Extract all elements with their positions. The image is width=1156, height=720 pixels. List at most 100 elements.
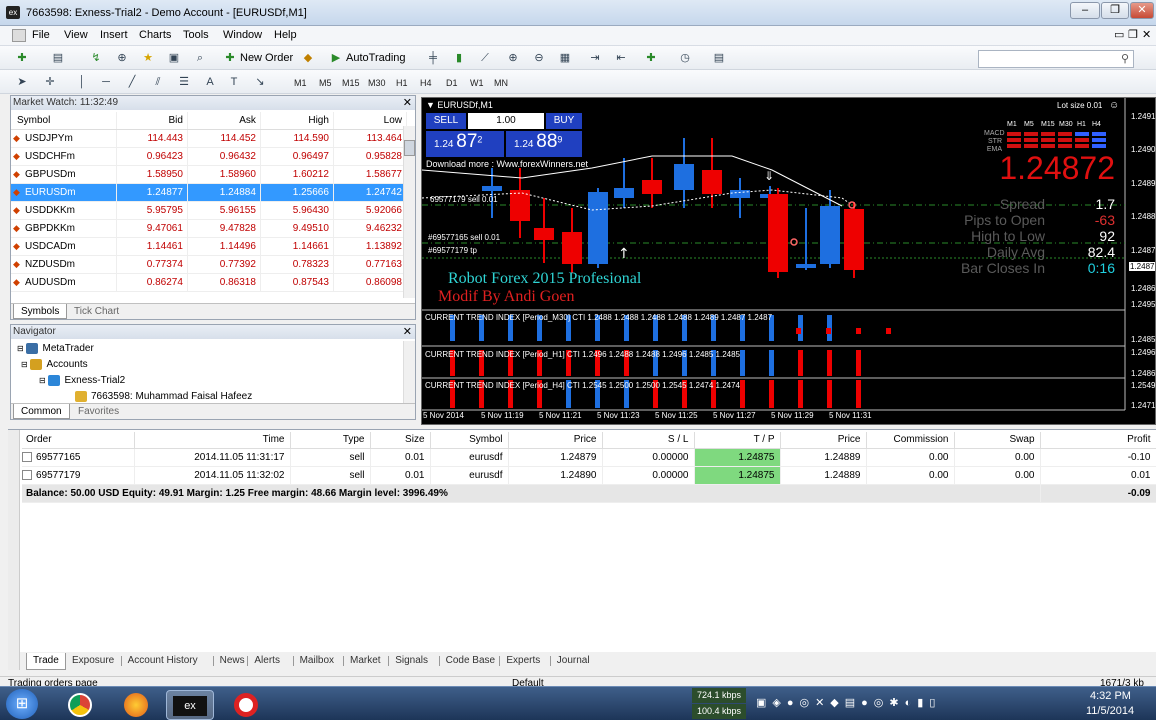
sell-button[interactable]: SELL (426, 113, 466, 129)
indicators-icon[interactable]: ✚ (643, 50, 659, 66)
clock-date[interactable]: 11/5/2014 (1086, 705, 1134, 717)
new-order-button[interactable]: New Order (240, 49, 293, 67)
timeframe-h1[interactable]: H1 (396, 78, 408, 88)
line-chart-icon[interactable]: ⟋ (477, 50, 493, 66)
nav-item-account[interactable]: 7663598: Muhammad Faisal Hafeez (75, 391, 252, 402)
vertical-line-icon[interactable]: │ (74, 74, 90, 90)
market-watch-close-icon[interactable]: ✕ (403, 96, 412, 110)
timeframe-w1[interactable]: W1 (470, 78, 484, 88)
mw-row[interactable]: ◆ USDDKKm 5.95795 5.96155 5.96430 5.92066 (11, 201, 408, 220)
menu-insert[interactable]: Insert (100, 29, 128, 41)
mw-row[interactable]: ◆ NZDUSDm 0.77374 0.77392 0.78323 0.77163 (11, 255, 408, 274)
navigator-close-icon[interactable]: ✕ (403, 325, 412, 339)
mw-row[interactable]: ◆ USDJPYm 114.443 114.452 114.590 113.464 (11, 129, 408, 148)
strategy-tester-icon[interactable]: ⌕ (192, 50, 208, 66)
trade-col-5[interactable]: Price (508, 432, 603, 449)
clock-time[interactable]: 4:32 PM (1090, 690, 1131, 702)
menu-help[interactable]: Help (274, 29, 297, 41)
trade-col-3[interactable]: Size (370, 432, 431, 449)
tray-icons[interactable]: ▣◈●◎✕◆▤●◎✱◐▮▯ (756, 696, 941, 709)
tile-windows-icon[interactable]: ▦ (557, 50, 573, 66)
trade-col-2[interactable]: Type (290, 432, 371, 449)
metaeditor-icon[interactable]: ◆ (300, 50, 316, 66)
menu-file[interactable]: File (32, 29, 50, 41)
tab-favorites[interactable]: Favorites (71, 404, 126, 419)
channel-icon[interactable]: ⫽ (150, 74, 166, 90)
navigator-scrollbar[interactable] (403, 341, 415, 403)
lot-input[interactable]: 1.00 (468, 113, 544, 129)
crosshair-icon[interactable]: ✛ (42, 74, 58, 90)
download-link[interactable]: Download more : Www.forexWinners.net (426, 159, 588, 169)
timeframe-h4[interactable]: H4 (420, 78, 432, 88)
mw-row[interactable]: ◆ USDCHFm 0.96423 0.96432 0.96497 0.95828 (11, 147, 408, 166)
cursor-icon[interactable]: ➤ (14, 74, 30, 90)
terminal-tab-account-history[interactable]: Account History (122, 653, 204, 669)
menu-tools[interactable]: Tools (183, 29, 209, 41)
trade-col-1[interactable]: Time (134, 432, 291, 449)
trade-col-7[interactable]: T / P (694, 432, 781, 449)
market-watch-scrollbar[interactable] (403, 126, 415, 298)
arrows-icon[interactable]: ↘ (252, 74, 268, 90)
mw-row[interactable]: ◆ USDCADm 1.14461 1.14496 1.14661 1.13892 (11, 237, 408, 256)
trade-col-8[interactable]: Price (780, 432, 867, 449)
market-watch-icon[interactable]: ↯ (88, 50, 104, 66)
trade-row[interactable]: 69577179 2014.11.05 11:32:02 sell 0.01 eurus… (22, 466, 1156, 485)
mw-row[interactable]: ◆ AUDUSDm 0.86274 0.86318 0.87543 0.86098 (11, 273, 408, 292)
trade-row[interactable]: 69577165 2014.11.05 11:31:17 sell 0.01 eurus… (22, 448, 1156, 467)
terminal-icon[interactable]: ▣ (166, 50, 182, 66)
trendline-icon[interactable]: ╱ (124, 74, 140, 90)
timeframe-m1[interactable]: M1 (294, 78, 307, 88)
data-window-icon[interactable]: ⊕ (114, 50, 130, 66)
timeframe-m15[interactable]: M15 (342, 78, 360, 88)
nav-item-accounts[interactable]: ⊟ Accounts (21, 359, 88, 370)
bid-price-box[interactable]: 1.24 872 (426, 131, 504, 157)
terminal-tab-news[interactable]: News (214, 653, 251, 669)
close-button[interactable]: ✕ (1130, 2, 1154, 19)
terminal-tab-code-base[interactable]: Code Base (440, 653, 501, 669)
mw-row[interactable]: ◆ GBPDKKm 9.47061 9.47828 9.49510 9.46232 (11, 219, 408, 238)
autotrading-button[interactable]: AutoTrading (346, 49, 406, 67)
mw-row[interactable]: ◆ GBPUSDm 1.58950 1.58960 1.60212 1.58677 (11, 165, 408, 184)
menu-charts[interactable]: Charts (139, 29, 171, 41)
nav-item-server[interactable]: ⊟ Exness-Trial2 (39, 375, 125, 386)
timeframe-m30[interactable]: M30 (368, 78, 386, 88)
mw-col-symbol[interactable]: Symbol (11, 112, 117, 130)
horizontal-line-icon[interactable]: ─ (98, 74, 114, 90)
new-chart-icon[interactable]: ✚ (14, 50, 30, 66)
mw-col-high[interactable]: High (260, 112, 334, 130)
bar-chart-icon[interactable]: ╪ (425, 50, 441, 66)
buy-button[interactable]: BUY (546, 113, 582, 129)
tab-symbols[interactable]: Symbols (13, 304, 68, 319)
terminal-tab-experts[interactable]: Experts (500, 653, 546, 669)
price-chart[interactable]: ↑ ⇓ ▼ EURUSDf,M1 SELL 1.00 BUY 1.24 872 1… (421, 97, 1156, 425)
mdi-minimize-button[interactable]: ▭ (1114, 28, 1124, 41)
trade-col-4[interactable]: Symbol (430, 432, 509, 449)
nav-item-metatrader[interactable]: ⊟ MetaTrader (17, 343, 94, 354)
timeframe-d1[interactable]: D1 (446, 78, 458, 88)
autoscroll-icon[interactable]: ⇥ (587, 50, 603, 66)
text-tool-icon[interactable]: A (202, 74, 218, 90)
tab-tick-chart[interactable]: Tick Chart (67, 304, 126, 319)
fibonacci-icon[interactable]: ☰ (176, 74, 192, 90)
navigator-icon[interactable]: ★ (140, 50, 156, 66)
text-label-icon[interactable]: T (226, 74, 242, 90)
mw-col-bid[interactable]: Bid (116, 112, 188, 130)
terminal-tab-market[interactable]: Market (344, 653, 387, 669)
mw-col-low[interactable]: Low (333, 112, 408, 130)
tab-common[interactable]: Common (13, 404, 70, 419)
mw-row[interactable]: ◆ EURUSDm 1.24877 1.24884 1.25666 1.24742 (11, 183, 408, 202)
recorder-app[interactable] (222, 690, 270, 720)
periods-icon[interactable]: ◷ (677, 50, 693, 66)
mw-col-ask[interactable]: Ask (187, 112, 261, 130)
trade-col-10[interactable]: Swap (954, 432, 1041, 449)
terminal-tab-exposure[interactable]: Exposure (66, 653, 120, 669)
firefox-app[interactable] (112, 690, 160, 720)
mdi-restore-button[interactable]: ❐ (1128, 28, 1138, 41)
chart-shift-icon[interactable]: ⇤ (613, 50, 629, 66)
terminal-tab-signals[interactable]: Signals (389, 653, 434, 669)
trade-col-9[interactable]: Commission (866, 432, 955, 449)
trade-col-0[interactable]: Order (22, 432, 135, 449)
terminal-tab-trade[interactable]: Trade (26, 653, 66, 670)
timeframe-mn[interactable]: MN (494, 78, 508, 88)
search-input[interactable]: ⚲ (978, 50, 1134, 68)
